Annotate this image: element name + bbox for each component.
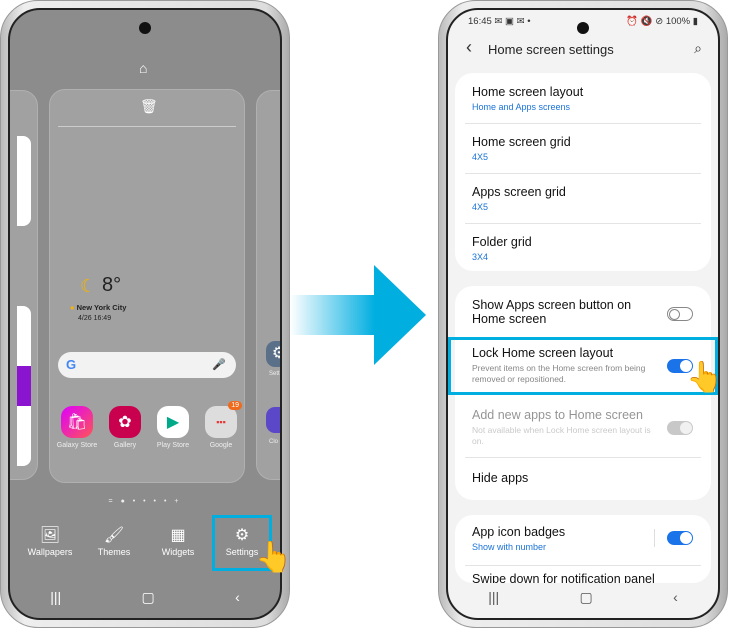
add-new-apps-toggle	[667, 421, 693, 435]
notification-badge: 19	[228, 401, 242, 410]
home-nav-icon[interactable]: ▢	[142, 589, 155, 606]
folder-grid-item[interactable]: Folder grid 3X4	[472, 235, 694, 262]
lock-layout-item[interactable]: Lock Home screen layout Prevent items on …	[472, 346, 651, 385]
search-icon[interactable]: ⌕	[694, 40, 702, 57]
pointer-hand-icon: 👆	[686, 361, 724, 394]
add-new-apps-item: Add new apps to Home screen Not available…	[472, 408, 651, 446]
home-screen-settings: 16:45 ✉ ▣ ✉ • ⏰ 🔇 ⊘ 100% ▮ ‹ Home screen…	[446, 8, 720, 620]
back-icon[interactable]: ‹	[235, 589, 240, 606]
page-indicator[interactable]: = ● • • • • +	[10, 498, 280, 505]
back-button[interactable]: ‹	[466, 37, 472, 58]
weather-temp: 8°	[102, 274, 122, 296]
home-screen-layout-item[interactable]: Home screen layout Home and Apps screens	[472, 85, 694, 112]
left-phone: ⌂ 🗑 ☾ 8° ● New York City 4/26 16:49 G 🎤 …	[0, 0, 290, 628]
divider	[58, 126, 236, 127]
page-right[interactable]: ⚙ Setti Clo	[256, 90, 280, 480]
google-search-bar[interactable]: G 🎤	[58, 352, 236, 378]
themes-button[interactable]: 🖌 Themes	[84, 525, 144, 557]
page-current[interactable]: 🗑 ☾ 8° ● New York City 4/26 16:49 G 🎤 🛍 G…	[49, 89, 245, 483]
apps-screen-grid-item[interactable]: Apps screen grid 4X5	[472, 185, 694, 212]
navigation-bar: ||| ▢ ‹	[10, 589, 280, 606]
arrow-shaft	[290, 295, 375, 335]
wallpaper-icon: 🖼	[39, 527, 61, 544]
show-apps-toggle[interactable]	[667, 307, 693, 321]
status-icons: ⏰ 🔇 ⊘ 100% ▮	[626, 16, 698, 27]
navigation-bar: ||| ▢ ‹	[448, 589, 718, 606]
camera	[139, 22, 151, 34]
weather-updated: 4/26 16:49	[78, 315, 112, 322]
card-grid: Home screen layout Home and Apps screens …	[455, 73, 711, 271]
app-icon-badges-toggle[interactable]	[667, 531, 693, 545]
app-play-store[interactable]: ▶ Play Store	[148, 406, 198, 449]
camera	[577, 22, 589, 34]
wallpapers-button[interactable]: 🖼 Wallpapers	[20, 525, 80, 557]
swipe-down-item[interactable]: Swipe down for notification panel	[472, 572, 694, 583]
arrow-right-icon	[374, 265, 426, 365]
widgets-button[interactable]: ▦ Widgets	[148, 525, 208, 557]
card-options: Show Apps screen button on Home screen L…	[448, 286, 718, 500]
google-icon: G	[66, 357, 77, 372]
mic-icon[interactable]: 🎤	[212, 358, 226, 371]
page-title: Home screen settings	[488, 42, 614, 57]
page-left[interactable]	[10, 90, 38, 480]
recents-icon[interactable]: |||	[50, 589, 61, 606]
back-icon[interactable]: ‹	[673, 589, 678, 606]
app-gallery[interactable]: ✿ Gallery	[100, 406, 150, 449]
app-icon-badges-item[interactable]: App icon badges Show with number	[472, 525, 694, 552]
widgets-icon: ▦	[170, 527, 186, 544]
home-screen-grid-item[interactable]: Home screen grid 4X5	[472, 135, 694, 162]
home-icon[interactable]: ⌂	[139, 60, 147, 76]
app-galaxy-store[interactable]: 🛍 Galaxy Store	[52, 406, 102, 449]
card-badges: App icon badges Show with number Swipe do…	[455, 515, 711, 583]
weather-city: ● New York City	[70, 303, 127, 312]
hide-apps-item[interactable]: Hide apps	[472, 471, 694, 485]
settings-app-icon: ⚙	[266, 341, 280, 367]
clock-app-icon	[266, 407, 280, 433]
moon-icon: ☾	[80, 276, 97, 296]
home-nav-icon[interactable]: ▢	[580, 589, 593, 606]
recents-icon[interactable]: |||	[488, 589, 499, 606]
show-apps-button-item[interactable]: Show Apps screen button on Home screen	[472, 298, 651, 326]
trash-icon[interactable]: 🗑	[140, 98, 158, 115]
brush-icon: 🖌	[103, 527, 125, 544]
app-google-folder[interactable]: ▪▪▪ 19 Google	[196, 401, 246, 449]
pointer-hand-icon: 👆	[255, 541, 293, 574]
right-phone: 16:45 ✉ ▣ ✉ • ⏰ 🔇 ⊘ 100% ▮ ‹ Home screen…	[438, 0, 728, 628]
home-edit-screen: ⌂ 🗑 ☾ 8° ● New York City 4/26 16:49 G 🎤 …	[8, 8, 282, 620]
status-time: 16:45 ✉ ▣ ✉ •	[468, 16, 531, 27]
